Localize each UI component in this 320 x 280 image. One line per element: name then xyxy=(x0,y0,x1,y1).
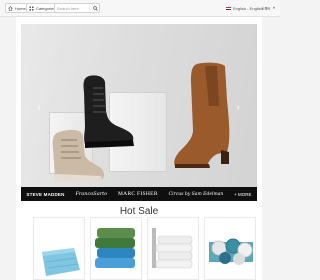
flag-icon xyxy=(226,6,231,10)
home-label: Home xyxy=(15,5,26,11)
product-image xyxy=(91,218,141,279)
currency-selector[interactable]: EUR ▼ xyxy=(262,3,275,13)
brand-franco-sarto: FrancoSarto xyxy=(75,191,108,197)
chelsea-boot-image xyxy=(174,62,230,168)
hero-banner[interactable]: ‹ › STEVE MADDEN FrancoSarto MARC FISHER… xyxy=(21,24,257,201)
home-icon xyxy=(8,5,13,11)
product-card-white-towels[interactable] xyxy=(147,217,199,280)
hot-sale-heading: Hot Sale xyxy=(119,206,159,217)
currency-label: EUR xyxy=(262,5,271,11)
product-image xyxy=(205,218,255,279)
top-navigation-bar: Home Categories ▼ Search here English - … xyxy=(0,0,280,17)
search-icon xyxy=(93,5,98,11)
brand-more: + MORE xyxy=(234,191,252,197)
search-button[interactable] xyxy=(90,3,101,13)
categories-label: Categories xyxy=(36,5,56,11)
brand-steve-madden: STEVE MADDEN xyxy=(26,191,65,197)
grid-icon xyxy=(29,6,34,10)
product-card-stacked-towels[interactable] xyxy=(90,217,142,280)
brand-strip: STEVE MADDEN FrancoSarto MARC FISHER Cir… xyxy=(21,187,257,201)
chevron-down-icon: ▼ xyxy=(272,6,276,10)
product-image xyxy=(148,218,198,279)
carousel-prev-icon[interactable]: ‹ xyxy=(35,102,43,114)
main-content: ‹ › STEVE MADDEN FrancoSarto MARC FISHER… xyxy=(16,17,262,280)
brand-marc-fisher: MARC FISHER xyxy=(117,191,158,197)
carousel-next-icon[interactable]: › xyxy=(234,102,242,114)
search-placeholder: Search here xyxy=(57,5,79,11)
language-label: English - English xyxy=(233,5,263,11)
product-image xyxy=(34,218,84,279)
product-card-rolled-towels[interactable] xyxy=(204,217,256,280)
product-card-blue-towel[interactable] xyxy=(33,217,85,280)
boots-image xyxy=(52,75,134,182)
brand-circus: Circus by Sam Edelman xyxy=(168,191,224,197)
